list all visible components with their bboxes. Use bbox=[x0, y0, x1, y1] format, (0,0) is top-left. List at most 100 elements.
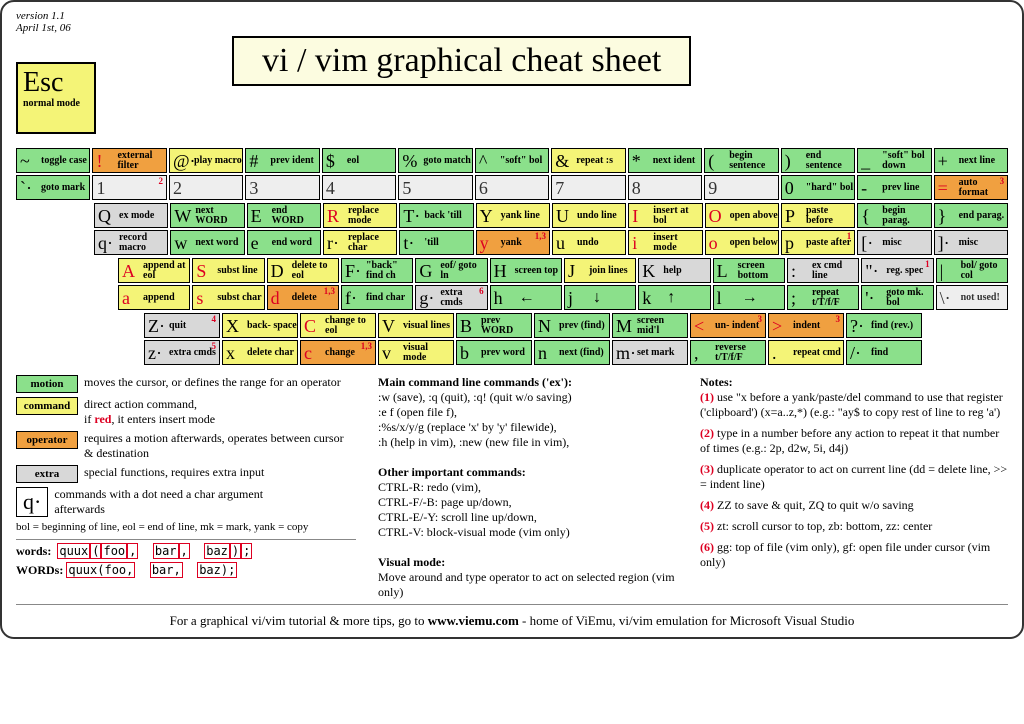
key-H: Hscreen top bbox=[490, 258, 562, 283]
key-X: Xback- space bbox=[222, 313, 298, 338]
key-<: <un- indent3 bbox=[690, 313, 766, 338]
key-:: :ex cmd line bbox=[787, 258, 859, 283]
key-V: Vvisual lines bbox=[378, 313, 454, 338]
key-t·: t·'till bbox=[399, 230, 473, 255]
key-x: xdelete char bbox=[222, 340, 298, 365]
key-w: wnext word bbox=[170, 230, 244, 255]
key-9: 9 bbox=[704, 175, 778, 200]
key-Q: Qex mode bbox=[94, 203, 168, 228]
key-~: ~toggle case bbox=[16, 148, 90, 173]
key->: >indent3 bbox=[768, 313, 844, 338]
key-;: ;repeat t/T/f/F bbox=[787, 285, 859, 310]
key-[·: [·misc bbox=[857, 230, 931, 255]
key-h: h← bbox=[490, 285, 562, 310]
key-M: Mscreen mid'l bbox=[612, 313, 688, 338]
key-]·: ]·misc bbox=[934, 230, 1008, 255]
key-S: Ssubst line bbox=[192, 258, 264, 283]
key-P: Ppaste before bbox=[781, 203, 855, 228]
key-s: ssubst char bbox=[192, 285, 264, 310]
key-f·: f·find char bbox=[341, 285, 413, 310]
key-b: bprev word bbox=[456, 340, 532, 365]
key-7: 7 bbox=[551, 175, 625, 200]
key-J: Jjoin lines bbox=[564, 258, 636, 283]
key-c: cchange1,3 bbox=[300, 340, 376, 365]
key-1: 12 bbox=[92, 175, 166, 200]
key-6: 6 bbox=[475, 175, 549, 200]
key-&: &repeat :s bbox=[551, 148, 625, 173]
key-*: *next ident bbox=[628, 148, 702, 173]
key-5: 5 bbox=[398, 175, 472, 200]
key-k: k↑ bbox=[638, 285, 710, 310]
key-l: l→ bbox=[713, 285, 785, 310]
key-Z·: Z·quit4 bbox=[144, 313, 220, 338]
commands-column: Main command line commands ('ex'): :w (s… bbox=[378, 375, 678, 600]
notes-column: Notes: (1) use "x before a yank/paste/de… bbox=[700, 375, 1008, 600]
legend-motion: motion bbox=[16, 375, 78, 393]
key-y: yyank1,3 bbox=[476, 230, 550, 255]
legend-qdot: q· bbox=[16, 487, 48, 517]
page-title: vi / vim graphical cheat sheet bbox=[232, 36, 691, 86]
key-"·: "·reg. spec1 bbox=[861, 258, 933, 283]
key-v: vvisual mode bbox=[378, 340, 454, 365]
key-): )end sentence bbox=[781, 148, 855, 173]
key-%: %goto match bbox=[398, 148, 472, 173]
key-{: {begin parag. bbox=[857, 203, 931, 228]
key-K: Khelp bbox=[638, 258, 710, 283]
key-=: =auto format3 bbox=[934, 175, 1008, 200]
key-B: Bprev WORD bbox=[456, 313, 532, 338]
key-a: aappend bbox=[118, 285, 190, 310]
key-@·: @·play macro bbox=[169, 148, 243, 173]
key-p: ppaste after1 bbox=[781, 230, 855, 255]
key-8: 8 bbox=[628, 175, 702, 200]
key-$: $eol bbox=[322, 148, 396, 173]
key-,: ,reverse t/T/f/F bbox=[690, 340, 766, 365]
key-?·: ?·find (rev.) bbox=[846, 313, 922, 338]
key-.: .repeat cmd bbox=[768, 340, 844, 365]
key-(: (begin sentence bbox=[704, 148, 778, 173]
key--: -prev line bbox=[857, 175, 931, 200]
legend-operator: operator bbox=[16, 431, 78, 449]
key-Y: Yyank line bbox=[476, 203, 550, 228]
key-^: ^"soft" bol bbox=[475, 148, 549, 173]
key-r·: r·replace char bbox=[323, 230, 397, 255]
key-i: iinsert mode bbox=[628, 230, 702, 255]
key-2: 2 bbox=[169, 175, 243, 200]
key-3: 3 bbox=[245, 175, 319, 200]
key-T·: T·back 'till bbox=[399, 203, 473, 228]
key-u: uundo bbox=[552, 230, 626, 255]
key-g·: g·extra cmds6 bbox=[415, 285, 487, 310]
key-#: #prev ident bbox=[245, 148, 319, 173]
key-R: Rreplace mode bbox=[323, 203, 397, 228]
keyboard-grid: ~toggle case`·goto mark!external filter1… bbox=[16, 148, 1008, 365]
key-0: 0"hard" bol bbox=[781, 175, 855, 200]
key-d: ddelete1,3 bbox=[267, 285, 339, 310]
key-_: _"soft" bol down bbox=[857, 148, 931, 173]
key-|: |bol/ goto col bbox=[936, 258, 1008, 283]
key-\·: \·not used! bbox=[936, 285, 1008, 310]
key-}: }end parag. bbox=[934, 203, 1008, 228]
legend-extra: extra bbox=[16, 465, 78, 483]
key-D: Ddelete to eol bbox=[267, 258, 339, 283]
key-'·: '·goto mk. bol bbox=[861, 285, 933, 310]
version-block: version 1.1 April 1st, 06 bbox=[16, 10, 1008, 34]
key-F·: F·"back" find ch bbox=[341, 258, 413, 283]
key-e: eend word bbox=[247, 230, 321, 255]
key-G: Geof/ goto ln bbox=[415, 258, 487, 283]
key-O: Oopen above bbox=[705, 203, 779, 228]
key-L: Lscreen bottom bbox=[713, 258, 785, 283]
key-N: Nprev (find) bbox=[534, 313, 610, 338]
key-!: !external filter bbox=[92, 148, 166, 173]
key-/·: /·find bbox=[846, 340, 922, 365]
footer: For a graphical vi/vim tutorial & more t… bbox=[16, 613, 1008, 629]
esc-key: Esc normal mode bbox=[16, 62, 96, 134]
key-`·: `·goto mark bbox=[16, 175, 90, 200]
key-I: Iinsert at bol bbox=[628, 203, 702, 228]
key-4: 4 bbox=[322, 175, 396, 200]
key-+: +next line bbox=[934, 148, 1008, 173]
key-o: oopen below bbox=[705, 230, 779, 255]
key-z·: z·extra cmds5 bbox=[144, 340, 220, 365]
legend-column: motionmoves the cursor, or defines the r… bbox=[16, 375, 356, 600]
key-j: j↓ bbox=[564, 285, 636, 310]
key-W: Wnext WORD bbox=[170, 203, 244, 228]
key-n: nnext (find) bbox=[534, 340, 610, 365]
